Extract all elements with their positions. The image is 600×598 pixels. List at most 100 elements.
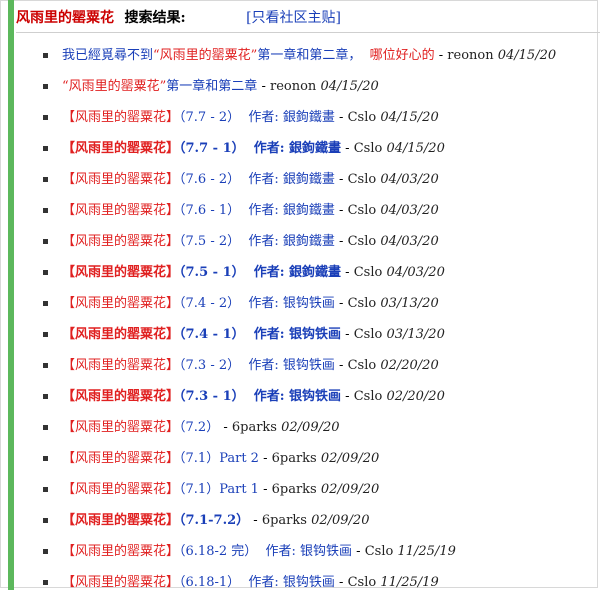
result-link[interactable]: 【风雨里的罂粟花】（7.1-7.2）	[62, 513, 249, 528]
result-link[interactable]: 【风雨里的罂粟花】（7.5 - 1） 作者: 銀鉤鐵畫	[62, 265, 341, 280]
result-chapter: （7.1）Part 1	[179, 482, 259, 497]
bullet-icon	[43, 239, 48, 244]
result-title-text: 第一章和第二章，	[257, 48, 362, 63]
bullet-icon	[43, 53, 48, 58]
result-link[interactable]: 【风雨里的罂粟花】（6.18-1） 作者: 银钩铁画	[62, 575, 335, 590]
search-results-list: 我已經覓尋不到“风雨里的罂粟花”第一章和第二章， 哪位好心的 - reonon …	[0, 40, 600, 598]
result-title-keyword: 【风雨里的罂粟花】	[62, 420, 180, 435]
result-date: 11/25/19	[397, 544, 456, 559]
result-byline: 作者: 银钩铁画	[253, 389, 342, 404]
result-title-keyword: 【风雨里的罂粟花】	[62, 482, 180, 497]
result-item: 【风雨里的罂粟花】（6.18-1） 作者: 银钩铁画 - Cslo 11/25/…	[0, 567, 600, 598]
result-item: 【风雨里的罂粟花】（7.1）Part 2 - 6parks 02/09/20	[0, 443, 600, 474]
result-date: 04/15/20	[380, 110, 439, 125]
result-byline: 作者: 銀鉤鐵畫	[248, 172, 335, 187]
result-date: 04/15/20	[386, 141, 445, 156]
result-item: 【风雨里的罂粟花】（7.6 - 2） 作者: 銀鉤鐵畫 - Cslo 04/03…	[0, 164, 600, 195]
result-link[interactable]: 【风雨里的罂粟花】（7.1）Part 1	[62, 482, 259, 497]
result-link[interactable]: 【风雨里的罂粟花】（7.2）	[62, 420, 219, 435]
result-item: 【风雨里的罂粟花】（7.2） - 6parks 02/09/20	[0, 412, 600, 443]
result-chapter: （7.1）Part 2	[179, 451, 259, 466]
result-item: “风雨里的罂粟花”第一章和第二章 - reonon 04/15/20	[0, 71, 600, 102]
result-title-text: 第一章和第二章	[166, 79, 258, 94]
result-title-keyword: 【风雨里的罂粟花】	[62, 513, 180, 528]
result-item: 【风雨里的罂粟花】（7.5 - 2） 作者: 銀鉤鐵畫 - Cslo 04/03…	[0, 226, 600, 257]
result-author: Cslo	[347, 234, 377, 249]
header-divider	[16, 32, 600, 33]
result-link[interactable]: 【风雨里的罂粟花】（6.18-2 完） 作者: 银钩铁画	[62, 544, 352, 559]
result-chapter: （6.18-1）	[179, 575, 241, 590]
result-link[interactable]: 我已經覓尋不到“风雨里的罂粟花”第一章和第二章， 哪位好心的	[62, 48, 435, 63]
bullet-icon	[43, 146, 48, 151]
result-link[interactable]: “风雨里的罂粟花”第一章和第二章	[62, 79, 257, 94]
result-date: 04/03/20	[386, 265, 445, 280]
result-title-keyword: 【风雨里的罂粟花】	[62, 575, 180, 590]
result-link[interactable]: 【风雨里的罂粟花】（7.3 - 1） 作者: 银钩铁画	[62, 389, 341, 404]
bullet-icon	[43, 332, 48, 337]
result-link[interactable]: 【风雨里的罂粟花】（7.6 - 2） 作者: 銀鉤鐵畫	[62, 172, 335, 187]
result-title-keyword: 【风雨里的罂粟花】	[62, 389, 180, 404]
result-byline: 作者: 銀鉤鐵畫	[248, 234, 335, 249]
result-date: 02/09/20	[320, 451, 380, 466]
result-title-keyword: 【风雨里的罂粟花】	[62, 327, 180, 342]
result-author: 6parks	[231, 420, 277, 435]
result-date: 02/09/20	[281, 420, 340, 435]
result-byline: 作者: 银钩铁画	[248, 575, 335, 590]
result-item: 【风雨里的罂粟花】（6.18-2 完） 作者: 银钩铁画 - Cslo 11/2…	[0, 536, 600, 567]
result-title-suffix: 哪位好心的	[369, 48, 435, 63]
result-item: 【风雨里的罂粟花】（7.7 - 2） 作者: 銀鉤鐵畫 - Cslo 04/15…	[0, 102, 600, 133]
result-title-keyword: 【风雨里的罂粟花】	[62, 265, 180, 280]
result-date: 04/03/20	[380, 234, 439, 249]
result-author: Cslo	[347, 296, 377, 311]
result-item: 【风雨里的罂粟花】（7.3 - 1） 作者: 银钩铁画 - Cslo 02/20…	[0, 381, 600, 412]
result-author: Cslo	[347, 110, 377, 125]
result-link[interactable]: 【风雨里的罂粟花】（7.5 - 2） 作者: 銀鉤鐵畫	[62, 234, 335, 249]
result-link[interactable]: 【风雨里的罂粟花】（7.4 - 2） 作者: 银钩铁画	[62, 296, 335, 311]
result-date: 03/13/20	[386, 327, 445, 342]
result-link[interactable]: 【风雨里的罂粟花】（7.7 - 1） 作者: 銀鉤鐵畫	[62, 141, 341, 156]
bullet-icon	[43, 208, 48, 213]
result-title-keyword: 【风雨里的罂粟花】	[62, 110, 180, 125]
result-date: 02/09/20	[320, 482, 380, 497]
result-author: Cslo	[347, 203, 377, 218]
result-date: 04/03/20	[380, 203, 439, 218]
bullet-icon	[43, 456, 48, 461]
result-date: 02/09/20	[311, 513, 370, 528]
result-link[interactable]: 【风雨里的罂粟花】（7.1）Part 2	[62, 451, 259, 466]
result-title-keyword: “风雨里的罂粟花”	[62, 79, 167, 94]
result-link[interactable]: 【风雨里的罂粟花】（7.7 - 2） 作者: 銀鉤鐵畫	[62, 110, 335, 125]
result-byline: 作者: 銀鉤鐵畫	[253, 141, 342, 156]
result-chapter: （7.4 - 1）	[179, 327, 245, 342]
result-item: 【风雨里的罂粟花】（7.4 - 2） 作者: 银钩铁画 - Cslo 03/13…	[0, 288, 600, 319]
result-date: 02/20/20	[386, 389, 445, 404]
result-title-keyword: 【风雨里的罂粟花】	[62, 203, 180, 218]
result-author: 6parks	[271, 451, 317, 466]
only-main-posts-link[interactable]: [只看社区主贴]	[246, 10, 341, 26]
result-author: reonon	[447, 48, 494, 63]
result-author: Cslo	[353, 389, 383, 404]
result-link[interactable]: 【风雨里的罂粟花】（7.4 - 1） 作者: 银钩铁画	[62, 327, 341, 342]
result-title-keyword: 【风雨里的罂粟花】	[62, 234, 180, 249]
result-date: 04/15/20	[497, 48, 557, 63]
bullet-icon	[43, 549, 48, 554]
result-chapter: （7.2）	[179, 420, 220, 435]
result-author: reonon	[269, 79, 317, 94]
result-link[interactable]: 【风雨里的罂粟花】（7.6 - 1） 作者: 銀鉤鐵畫	[62, 203, 335, 218]
result-chapter: （7.3 - 1）	[179, 389, 245, 404]
search-results-label: 搜索结果:	[124, 10, 186, 26]
result-byline: 作者: 银钩铁画	[253, 327, 342, 342]
result-item: 【风雨里的罂粟花】（7.5 - 1） 作者: 銀鉤鐵畫 - Cslo 04/03…	[0, 257, 600, 288]
bullet-icon	[43, 115, 48, 120]
result-author: Cslo	[364, 544, 394, 559]
result-byline: 作者: 银钩铁画	[248, 296, 335, 311]
search-header: 风雨里的罂粟花 搜索结果: [只看社区主贴]	[16, 6, 600, 30]
result-link[interactable]: 【风雨里的罂粟花】（7.3 - 2） 作者: 银钩铁画	[62, 358, 335, 373]
bullet-icon	[43, 487, 48, 492]
result-chapter: （7.5 - 1）	[179, 265, 245, 280]
result-author: Cslo	[353, 141, 383, 156]
result-author: Cslo	[347, 358, 377, 373]
result-title-keyword: 【风雨里的罂粟花】	[62, 172, 180, 187]
result-title-keyword: 【风雨里的罂粟花】	[62, 296, 180, 311]
result-author: Cslo	[353, 265, 383, 280]
result-byline: 作者: 銀鉤鐵畫	[248, 203, 335, 218]
